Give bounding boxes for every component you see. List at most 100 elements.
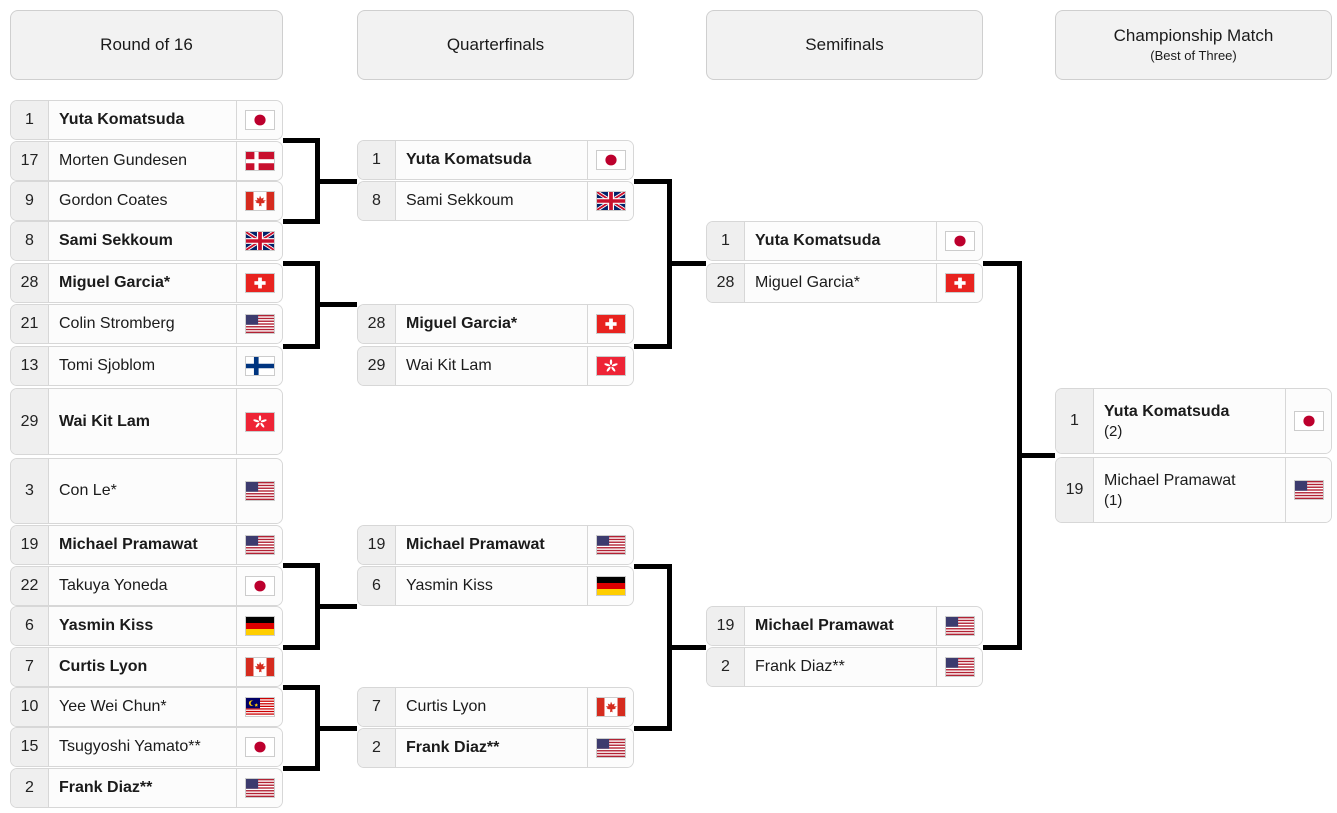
player-name: Takuya Yoneda <box>59 577 168 594</box>
match-slot-round-of-16[interactable]: 6 Yasmin Kiss <box>10 606 283 646</box>
player-name: Con Le* <box>59 482 117 499</box>
player-name: Michael Pramawat <box>755 617 894 634</box>
seed-number: 8 <box>11 222 49 260</box>
player-name: Curtis Lyon <box>59 658 148 675</box>
round-header-title: Championship Match <box>1113 26 1274 45</box>
player-name-cell: Yasmin Kiss <box>49 607 236 645</box>
match-slot-round-of-16[interactable]: 13 Tomi Sjoblom <box>10 346 283 386</box>
match-slot-round-of-16[interactable]: 2 Frank Diaz** <box>10 768 283 808</box>
match-slot-round-of-16[interactable]: 3 Con Le* <box>10 458 283 524</box>
player-name-cell: Yee Wei Chun* <box>49 688 236 726</box>
player-name-cell: Takuya Yoneda <box>49 567 236 605</box>
round-header-title: Semifinals <box>805 35 884 54</box>
flag-jp-icon <box>1285 389 1331 453</box>
match-slot-round-of-16[interactable]: 19 Michael Pramawat <box>10 525 283 565</box>
player-name-cell: Yuta Komatsuda <box>396 141 587 179</box>
flag-ca-icon <box>587 688 633 726</box>
match-slot-semifinals[interactable]: 1 Yuta Komatsuda <box>706 221 983 261</box>
match-slot-quarterfinals[interactable]: 6 Yasmin Kiss <box>357 566 634 606</box>
match-slot-round-of-16[interactable]: 29 Wai Kit Lam <box>10 388 283 455</box>
match-score: (1) <box>1104 491 1123 509</box>
player-name-cell: Miguel Garcia* <box>396 305 587 343</box>
flag-ch-icon <box>587 305 633 343</box>
player-name: Wai Kit Lam <box>406 357 492 374</box>
match-slot-semifinals[interactable]: 19 Michael Pramawat <box>706 606 983 646</box>
player-name: Yasmin Kiss <box>406 577 493 594</box>
player-name-cell: Colin Stromberg <box>49 305 236 343</box>
seed-number: 1 <box>1056 389 1094 453</box>
player-name-cell: Yuta Komatsuda <box>745 222 936 260</box>
player-name-cell: Michael Pramawat (1) <box>1094 458 1285 522</box>
match-slot-quarterfinals[interactable]: 1 Yuta Komatsuda <box>357 140 634 180</box>
player-name-cell: Con Le* <box>49 459 236 523</box>
player-name: Yuta Komatsuda <box>755 232 881 249</box>
flag-ca-icon <box>236 648 282 686</box>
flag-hk-icon <box>236 389 282 454</box>
seed-number: 19 <box>358 526 396 564</box>
match-slot-semifinals[interactable]: 28 Miguel Garcia* <box>706 263 983 303</box>
match-slot-round-of-16[interactable]: 22 Takuya Yoneda <box>10 566 283 606</box>
match-slot-round-of-16[interactable]: 8 Sami Sekkoum <box>10 221 283 261</box>
flag-us-icon <box>236 305 282 343</box>
match-slot-quarterfinals[interactable]: 8 Sami Sekkoum <box>357 181 634 221</box>
seed-number: 10 <box>11 688 49 726</box>
flag-dk-icon <box>236 142 282 180</box>
flag-gb-icon <box>587 182 633 220</box>
bracket-connector <box>667 644 706 650</box>
match-slot-round-of-16[interactable]: 21 Colin Stromberg <box>10 304 283 344</box>
seed-number: 2 <box>358 729 396 767</box>
player-name: Morten Gundesen <box>59 152 188 169</box>
match-slot-semifinals[interactable]: 2 Frank Diaz** <box>706 647 983 687</box>
round-header-title: Quarterfinals <box>446 35 545 54</box>
player-name: Curtis Lyon <box>406 698 487 715</box>
match-slot-round-of-16[interactable]: 28 Miguel Garcia* <box>10 263 283 303</box>
flag-us-icon <box>1285 458 1331 522</box>
match-slot-round-of-16[interactable]: 17 Morten Gundesen <box>10 141 283 181</box>
seed-number: 1 <box>11 101 49 139</box>
player-name: Miguel Garcia* <box>406 315 518 332</box>
player-name: Gordon Coates <box>59 192 168 209</box>
flag-ca-icon <box>236 182 282 220</box>
bracket-connector <box>667 260 706 266</box>
match-slot-quarterfinals[interactable]: 2 Frank Diaz** <box>357 728 634 768</box>
match-slot-quarterfinals[interactable]: 29 Wai Kit Lam <box>357 346 634 386</box>
match-slot-quarterfinals[interactable]: 28 Miguel Garcia* <box>357 304 634 344</box>
match-slot-round-of-16[interactable]: 9 Gordon Coates <box>10 181 283 221</box>
flag-de-icon <box>587 567 633 605</box>
player-name-cell: Frank Diaz** <box>49 769 236 807</box>
match-slot-quarterfinals[interactable]: 7 Curtis Lyon <box>357 687 634 727</box>
seed-number: 9 <box>11 182 49 220</box>
player-name-cell: Frank Diaz** <box>396 729 587 767</box>
match-slot-round-of-16[interactable]: 7 Curtis Lyon <box>10 647 283 687</box>
player-name-cell: Michael Pramawat <box>396 526 587 564</box>
player-name: Michael Pramawat <box>406 536 545 553</box>
flag-us-icon <box>936 648 982 686</box>
flag-my-icon <box>236 688 282 726</box>
seed-number: 15 <box>11 728 49 766</box>
seed-number: 2 <box>11 769 49 807</box>
player-name-cell: Frank Diaz** <box>745 648 936 686</box>
player-name: Yuta Komatsuda <box>1104 402 1230 420</box>
player-name: Michael Pramawat <box>1104 471 1236 489</box>
seed-number: 21 <box>11 305 49 343</box>
match-slot-championship[interactable]: 19 Michael Pramawat (1) <box>1055 457 1332 523</box>
player-name: Sami Sekkoum <box>59 232 173 249</box>
flag-gb-icon <box>236 222 282 260</box>
seed-number: 2 <box>707 648 745 686</box>
match-slot-round-of-16[interactable]: 1 Yuta Komatsuda <box>10 100 283 140</box>
seed-number: 6 <box>11 607 49 645</box>
player-name: Colin Stromberg <box>59 315 175 332</box>
match-slot-championship[interactable]: 1 Yuta Komatsuda (2) <box>1055 388 1332 454</box>
match-slot-round-of-16[interactable]: 10 Yee Wei Chun* <box>10 687 283 727</box>
seed-number: 28 <box>11 264 49 302</box>
flag-us-icon <box>587 729 633 767</box>
seed-number: 19 <box>707 607 745 645</box>
match-slot-quarterfinals[interactable]: 19 Michael Pramawat <box>357 525 634 565</box>
player-name: Frank Diaz** <box>59 779 153 796</box>
player-name-cell: Miguel Garcia* <box>49 264 236 302</box>
player-name-cell: Michael Pramawat <box>745 607 936 645</box>
round-header-championship-match: Championship Match (Best of Three) <box>1055 10 1332 80</box>
match-slot-round-of-16[interactable]: 15 Tsugyoshi Yamato** <box>10 727 283 767</box>
flag-ch-icon <box>936 264 982 302</box>
round-header-semifinals: Semifinals <box>706 10 983 80</box>
